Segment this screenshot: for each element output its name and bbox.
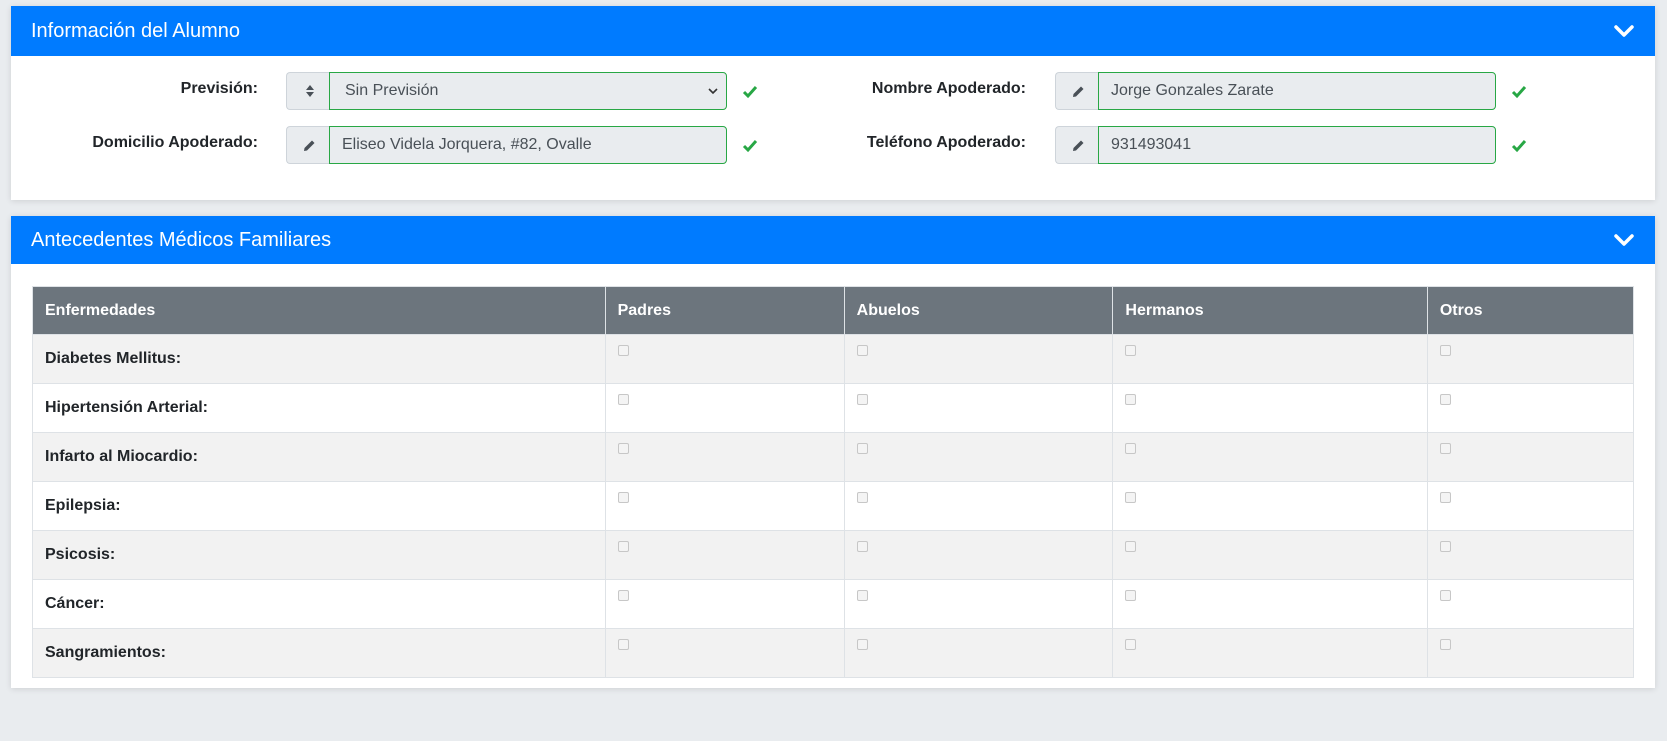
student-info-title: Información del Alumno: [31, 19, 241, 42]
nombre-apoderado-input[interactable]: Jorge Gonzales Zarate: [1098, 72, 1496, 110]
medical-history-title: Antecedentes Médicos Familiares: [31, 228, 332, 251]
padres-checkbox[interactable]: [617, 541, 629, 553]
table-row: Infarto al Miocardio:: [32, 432, 1635, 482]
chevron-down-icon[interactable]: [1613, 20, 1635, 42]
otros-checkbox[interactable]: [1439, 590, 1451, 602]
column-header: Otros: [1426, 286, 1635, 335]
pencil-icon: [1055, 72, 1101, 110]
chevron-down-icon[interactable]: [1613, 229, 1635, 251]
table-row: Cáncer:: [32, 579, 1635, 629]
column-header: Padres: [604, 286, 845, 335]
padres-checkbox[interactable]: [617, 590, 629, 602]
hermanos-checkbox[interactable]: [1125, 492, 1137, 504]
domicilio-apoderado-input[interactable]: Eliseo Videla Jorquera, #82, Ovalle: [329, 126, 727, 164]
table-row: Psicosis:: [32, 530, 1635, 580]
column-header: Enfermedades: [32, 286, 606, 335]
hermanos-checkbox[interactable]: [1125, 443, 1137, 455]
abuelos-checkbox[interactable]: [856, 443, 868, 455]
abuelos-checkbox[interactable]: [856, 345, 868, 357]
abuelos-checkbox[interactable]: [856, 639, 868, 651]
check-icon: [742, 140, 758, 153]
table-row: Sangramientos:: [32, 628, 1635, 678]
hermanos-checkbox[interactable]: [1125, 639, 1137, 651]
abuelos-checkbox[interactable]: [856, 394, 868, 406]
check-icon: [1511, 140, 1527, 153]
hermanos-checkbox[interactable]: [1125, 394, 1137, 406]
pencil-icon: [1055, 126, 1101, 164]
disease-label: Hipertensión Arterial:: [32, 383, 606, 433]
disease-label: Psicosis:: [32, 530, 606, 580]
student-info-header[interactable]: Información del Alumno: [11, 6, 1655, 56]
telefono-apoderado-input[interactable]: 931493041: [1098, 126, 1496, 164]
otros-checkbox[interactable]: [1439, 345, 1451, 357]
padres-checkbox[interactable]: [617, 345, 629, 357]
check-icon: [1511, 86, 1527, 99]
domicilio-apoderado-label: Domicilio Apoderado:: [92, 134, 258, 151]
otros-checkbox[interactable]: [1439, 492, 1451, 504]
student-info-card: Información del Alumno Previsión: Sin Pr…: [11, 6, 1655, 200]
prevision-value: Sin Previsión: [345, 82, 439, 99]
chevron-down-icon: [708, 87, 718, 94]
padres-checkbox[interactable]: [617, 492, 629, 504]
prevision-label: Previsión:: [180, 80, 258, 97]
otros-checkbox[interactable]: [1439, 443, 1451, 455]
disease-label: Sangramientos:: [32, 628, 606, 678]
table-row: Epilepsia:: [32, 481, 1635, 531]
pencil-icon: [286, 126, 332, 164]
hermanos-checkbox[interactable]: [1125, 541, 1137, 553]
disease-label: Cáncer:: [32, 579, 606, 629]
otros-checkbox[interactable]: [1439, 639, 1451, 651]
telefono-apoderado-label: Teléfono Apoderado:: [866, 134, 1026, 151]
disease-label: Infarto al Miocardio:: [32, 432, 606, 482]
sort-icon: [286, 72, 332, 110]
column-header: Abuelos: [843, 286, 1114, 335]
padres-checkbox[interactable]: [617, 394, 629, 406]
abuelos-checkbox[interactable]: [856, 590, 868, 602]
hermanos-checkbox[interactable]: [1125, 345, 1137, 357]
check-icon: [742, 86, 758, 99]
abuelos-checkbox[interactable]: [856, 541, 868, 553]
prevision-select[interactable]: Sin Previsión: [329, 72, 727, 110]
disease-label: Diabetes Mellitus:: [32, 334, 606, 384]
hermanos-checkbox[interactable]: [1125, 590, 1137, 602]
otros-checkbox[interactable]: [1439, 394, 1451, 406]
abuelos-checkbox[interactable]: [856, 492, 868, 504]
medical-history-table: Enfermedades Padres Abuelos Hermanos Otr…: [32, 286, 1635, 678]
table-row: Hipertensión Arterial:: [32, 383, 1635, 433]
column-header: Hermanos: [1112, 286, 1428, 335]
padres-checkbox[interactable]: [617, 443, 629, 455]
table-header-row: Enfermedades Padres Abuelos Hermanos Otr…: [32, 286, 1635, 335]
disease-label: Epilepsia:: [32, 481, 606, 531]
otros-checkbox[interactable]: [1439, 541, 1451, 553]
padres-checkbox[interactable]: [617, 639, 629, 651]
nombre-apoderado-label: Nombre Apoderado:: [871, 80, 1026, 97]
table-row: Diabetes Mellitus:: [32, 334, 1635, 384]
medical-history-header[interactable]: Antecedentes Médicos Familiares: [11, 216, 1655, 264]
medical-history-card: Antecedentes Médicos Familiares Enfermed…: [11, 216, 1655, 688]
